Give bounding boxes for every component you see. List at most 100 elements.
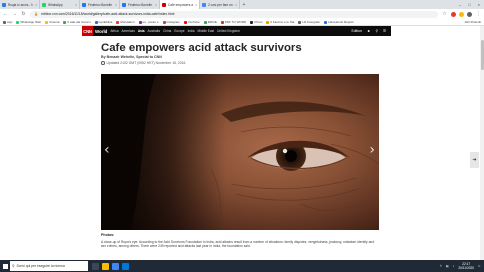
close-window-icon[interactable]: × bbox=[478, 2, 480, 7]
bookmark-item[interactable]: Il sale del Cammi bbox=[63, 20, 91, 24]
bookmark-item[interactable]: YouTube bbox=[183, 20, 200, 24]
notifications-icon[interactable]: □ bbox=[478, 264, 480, 268]
scrollbar-thumb[interactable] bbox=[480, 40, 484, 70]
tray-chevron-icon[interactable]: ˄ bbox=[440, 264, 442, 268]
taskbar-search[interactable]: ⚲ Scrivi qui per eseguire la ricerca bbox=[10, 261, 88, 271]
bookmark-label: Laboratorio Repetti bbox=[327, 20, 354, 24]
bookmark-label: Instagram bbox=[166, 20, 180, 24]
hamburger-menu-icon[interactable]: ☰ bbox=[383, 29, 386, 33]
tab-label: WhatsApp bbox=[48, 2, 63, 7]
bookmark-label: Cinema bbox=[49, 20, 60, 24]
windows-logo-icon bbox=[2, 263, 8, 269]
file-explorer-icon[interactable] bbox=[102, 262, 109, 270]
other-bookmarks[interactable]: Altri Preferiti bbox=[465, 20, 481, 24]
bookmark-favicon-icon bbox=[138, 20, 142, 24]
cnn-nav-item[interactable]: United Kingdom bbox=[217, 29, 240, 33]
next-article-icon[interactable]: ➜ bbox=[470, 152, 479, 168]
user-icon[interactable]: ☻ bbox=[367, 29, 371, 33]
task-view-icon[interactable] bbox=[92, 262, 99, 270]
bookmark-label: Il Fascino e le Sta bbox=[270, 20, 295, 24]
close-tab-icon[interactable]: × bbox=[193, 3, 197, 7]
bookmark-item[interactable]: Instagram bbox=[162, 20, 180, 24]
address-bar[interactable]: 🔒 edition.cnn.com/2016/11/15/world/galle… bbox=[30, 10, 438, 18]
cnn-nav-item[interactable]: India bbox=[188, 29, 195, 33]
profile-avatar[interactable] bbox=[467, 11, 472, 17]
bookmark-item[interactable]: Mondadori bbox=[116, 20, 135, 24]
browser-tab-strip: Ruqia in arcos - Nuovo...×WhatsApp×Feder… bbox=[0, 0, 484, 9]
tab-favicon-icon bbox=[162, 2, 166, 7]
bookmark-item[interactable]: PDF TO WORD bbox=[220, 20, 247, 24]
bookmark-favicon-icon bbox=[203, 20, 207, 24]
windows-taskbar: ⚲ Scrivi qui per eseguire la ricerca ˄ ▤… bbox=[0, 260, 484, 272]
bookmark-item[interactable]: DRIVE bbox=[203, 20, 217, 24]
tab-favicon-icon bbox=[42, 2, 46, 7]
taskbar-clock[interactable]: 22:17 20/11/2020 bbox=[458, 262, 474, 270]
back-icon[interactable]: ← bbox=[3, 11, 8, 17]
close-tab-icon[interactable]: × bbox=[33, 3, 37, 7]
extension-icon[interactable] bbox=[459, 11, 464, 17]
cnn-nav-item[interactable]: China bbox=[163, 29, 171, 33]
bookmark-label: Il Post bbox=[254, 20, 263, 24]
edition-selector[interactable]: Edition bbox=[352, 29, 362, 33]
bookmark-item[interactable]: es - paure e bbox=[138, 20, 159, 24]
bookmark-favicon-icon bbox=[16, 20, 20, 24]
tab-favicon-icon bbox=[202, 2, 206, 7]
star-icon[interactable]: ☆ bbox=[442, 11, 447, 17]
reload-icon[interactable]: ↻ bbox=[21, 11, 26, 17]
volume-icon[interactable]: ♪ bbox=[453, 264, 455, 268]
close-tab-icon[interactable]: × bbox=[113, 3, 117, 7]
browser-tab[interactable]: 2 cosi per fare un prese...× bbox=[200, 0, 240, 9]
bookmark-item[interactable]: Il Fascino e le Sta bbox=[266, 20, 294, 24]
minimize-icon[interactable]: – bbox=[459, 2, 461, 7]
cnn-nav-item[interactable]: Australia bbox=[148, 29, 160, 33]
new-tab-button[interactable]: + bbox=[240, 0, 248, 9]
previous-photo-icon[interactable]: ‹ bbox=[104, 142, 110, 158]
cnn-nav-item[interactable]: Africa bbox=[110, 29, 118, 33]
cnn-header: CNN World Africa Americas Asia Australia Chi… bbox=[82, 26, 391, 36]
browser-tab[interactable]: Federico Bonelle | Facebook× bbox=[80, 0, 120, 9]
section-title[interactable]: World bbox=[95, 29, 107, 34]
tab-favicon-icon bbox=[82, 2, 86, 7]
next-photo-icon[interactable]: › bbox=[369, 142, 375, 158]
gallery-photo[interactable]: ‹ › bbox=[101, 74, 379, 230]
cnn-nav-item[interactable]: Europe bbox=[174, 29, 184, 33]
bookmark-item[interactable]: WhatsApp Web bbox=[16, 20, 41, 24]
close-tab-icon[interactable]: × bbox=[233, 3, 237, 7]
start-button[interactable] bbox=[0, 260, 10, 272]
cnn-nav-item[interactable]: Americas bbox=[122, 29, 135, 33]
bookmark-item[interactable]: App bbox=[3, 20, 12, 24]
browser-tab[interactable]: Federico Bonelle pubblicati...× bbox=[120, 0, 160, 9]
tab-label: Federico Bonelle pubblicati... bbox=[128, 2, 153, 7]
lock-icon: 🔒 bbox=[34, 12, 39, 16]
bookmark-item[interactable]: Cinema bbox=[45, 20, 59, 24]
maximize-icon[interactable]: □ bbox=[468, 2, 470, 7]
cnn-nav-item[interactable]: Asia bbox=[138, 29, 145, 33]
search-icon[interactable]: ⚲ bbox=[375, 29, 377, 33]
bookmark-item[interactable]: Lib Fotografo bbox=[298, 20, 320, 24]
close-tab-icon[interactable]: × bbox=[153, 3, 157, 7]
bookmark-label: repubblica bbox=[98, 20, 113, 24]
mail-icon[interactable] bbox=[122, 262, 129, 270]
bookmark-item[interactable]: Laboratorio Repetti bbox=[323, 20, 354, 24]
extension-icon[interactable] bbox=[451, 11, 456, 17]
cnn-logo[interactable]: CNN bbox=[82, 26, 93, 36]
updated-timestamp: Updated 2102 GMT (0952 HKT) November 16,… bbox=[106, 61, 186, 65]
chrome-icon[interactable] bbox=[112, 262, 119, 270]
browser-tab[interactable]: Cafe empowers acid attack s...× bbox=[160, 0, 200, 9]
taskbar-search-placeholder: Scrivi qui per eseguire la ricerca bbox=[16, 264, 65, 268]
bookmark-label: es - paure e bbox=[142, 20, 159, 24]
browser-tab[interactable]: WhatsApp × bbox=[40, 0, 80, 9]
bookmark-item[interactable]: repubblica bbox=[94, 20, 113, 24]
bookmark-label: PDF TO WORD bbox=[224, 20, 247, 24]
menu-icon[interactable]: ⋮ bbox=[476, 11, 481, 17]
bookmark-favicon-icon bbox=[116, 20, 120, 24]
cnn-nav-item[interactable]: Middle East bbox=[198, 29, 215, 33]
bookmark-favicon-icon bbox=[323, 20, 327, 24]
bookmark-favicon-icon bbox=[45, 20, 49, 24]
network-icon[interactable]: ▤ bbox=[446, 264, 449, 268]
bookmark-item[interactable]: Il Post bbox=[250, 20, 262, 24]
close-tab-icon[interactable]: × bbox=[73, 3, 77, 7]
bookmark-favicon-icon bbox=[250, 20, 254, 24]
forward-icon[interactable]: → bbox=[12, 11, 17, 17]
browser-tab[interactable]: Ruqia in arcos - Nuovo...× bbox=[0, 0, 40, 9]
